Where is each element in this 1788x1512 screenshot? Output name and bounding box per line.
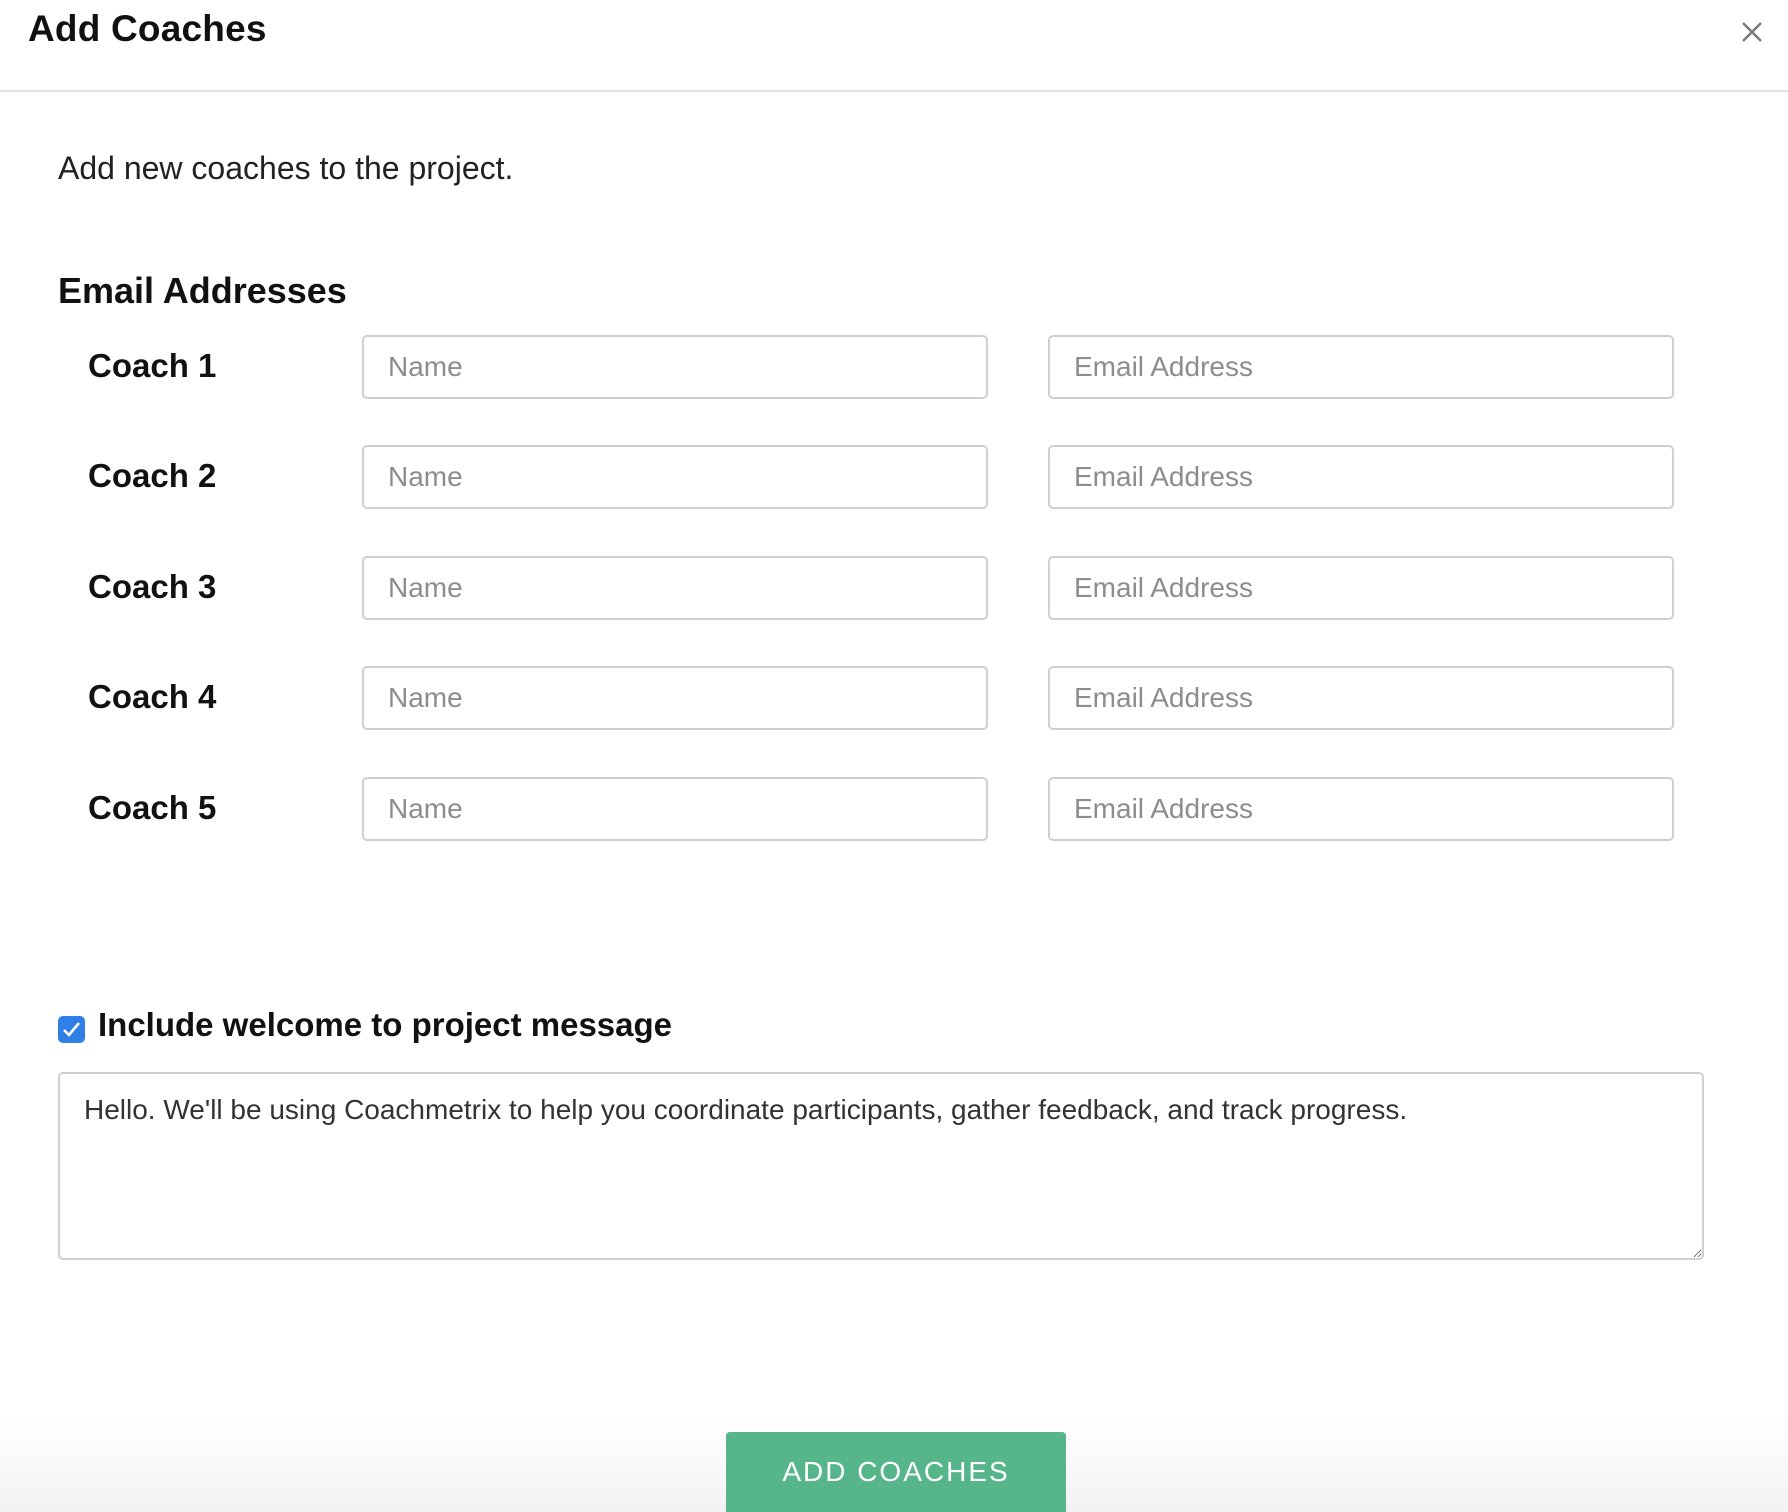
- add-coaches-modal: Add Coaches Add new coaches to the proje…: [0, 0, 1788, 1512]
- coach-3-name-input[interactable]: [362, 556, 988, 620]
- coach-row-4: Coach 4: [0, 666, 1788, 734]
- coach-label: Coach 4: [88, 678, 217, 715]
- coach-row-1: Coach 1: [0, 335, 1788, 403]
- coach-row-5: Coach 5: [0, 777, 1788, 845]
- coach-3-email-input[interactable]: [1048, 556, 1674, 620]
- coach-2-name-input[interactable]: [362, 445, 988, 509]
- coach-5-name-input[interactable]: [362, 777, 988, 841]
- modal-intro: Add new coaches to the project.: [58, 150, 514, 186]
- modal-header: Add Coaches: [0, 0, 1788, 92]
- checkmark-icon: [63, 1022, 80, 1037]
- welcome-checkbox-label: Include welcome to project message: [98, 1006, 673, 1043]
- close-icon[interactable]: [1732, 12, 1772, 52]
- coach-2-email-input[interactable]: [1048, 445, 1674, 509]
- coach-label: Coach 5: [88, 789, 217, 826]
- coach-row-3: Coach 3: [0, 556, 1788, 624]
- coach-4-email-input[interactable]: [1048, 666, 1674, 730]
- coach-1-name-input[interactable]: [362, 335, 988, 399]
- coach-row-2: Coach 2: [0, 445, 1788, 513]
- modal-title: Add Coaches: [28, 8, 267, 49]
- welcome-message-textarea[interactable]: Hello. We'll be using Coachmetrix to hel…: [58, 1072, 1704, 1260]
- section-heading: Email Addresses: [58, 270, 347, 311]
- coach-1-email-input[interactable]: [1048, 335, 1674, 399]
- coach-label: Coach 2: [88, 457, 217, 494]
- coach-5-email-input[interactable]: [1048, 777, 1674, 841]
- coach-label: Coach 1: [88, 347, 217, 384]
- add-coaches-button[interactable]: ADD COACHES: [726, 1432, 1066, 1512]
- coach-label: Coach 3: [88, 568, 217, 605]
- welcome-checkbox[interactable]: [58, 1016, 85, 1043]
- coach-4-name-input[interactable]: [362, 666, 988, 730]
